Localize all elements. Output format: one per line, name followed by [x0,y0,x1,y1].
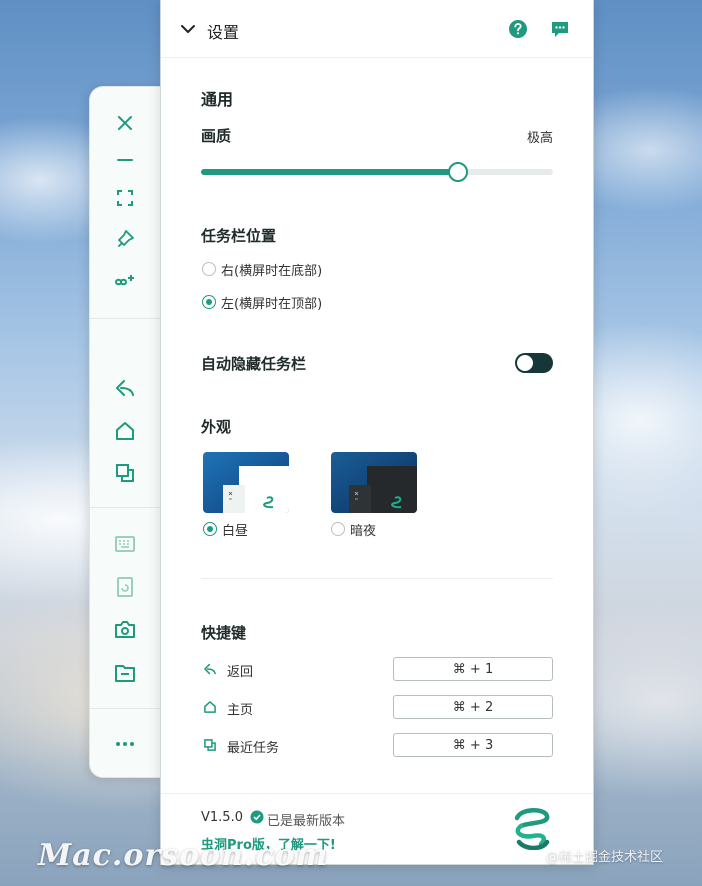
add-connection-button[interactable] [110,267,140,297]
keyboard-button[interactable] [110,529,140,559]
pin-icon [118,230,134,247]
taskbar-right-radio[interactable] [202,262,216,276]
autohide-taskbar-label: 自动隐藏任务栏 [201,355,307,373]
pin-button[interactable] [110,224,140,254]
check-circle-icon [250,810,264,824]
taskbar-position-label: 任务栏位置 [201,227,277,245]
minimize-button[interactable] [110,145,140,175]
panel-header: 设置 [161,0,593,58]
watermark-right: @稀土掘金技术社区 [546,850,664,865]
chat-bubble-icon[interactable] [549,18,571,40]
home-icon [116,422,134,440]
taskbar-right-label[interactable]: 右(横屏时在底部) [221,260,322,279]
minus-icon [117,159,133,161]
quality-slider-thumb[interactable] [448,162,468,182]
shortcuts-title: 快捷键 [201,624,247,642]
sidebar-toolbar [89,86,163,778]
keyboard-icon [115,536,135,552]
fullscreen-button[interactable] [110,183,140,213]
shortcut-recent-keys[interactable]: ⌘ + 3 [393,733,553,757]
screenshot-button[interactable] [110,615,140,645]
files-button[interactable] [110,658,140,688]
quality-value: 极高 [527,131,554,146]
rotate-screen-icon [117,577,133,597]
recent-tasks-icon [204,739,216,751]
shortcut-recent-label: 最近任务 [227,741,280,756]
dark-theme-thumbnail[interactable] [331,452,417,513]
home-icon [204,701,216,713]
sidebar-divider [90,318,163,319]
close-button[interactable] [110,108,140,138]
quality-label: 画质 [201,127,232,145]
dark-theme-radio[interactable] [331,522,345,536]
home-button[interactable] [110,416,140,446]
infinity-add-icon [114,275,134,286]
close-icon [118,116,132,130]
watermark-left: Mac.orsoon.com [38,838,329,873]
fullscreen-icon [117,190,133,206]
light-theme-label[interactable]: 白昼 [222,520,248,539]
rotate-button[interactable] [110,572,140,602]
back-arrow-icon [204,663,216,675]
section-divider [201,578,553,579]
general-section-title: 通用 [201,90,234,109]
chevron-down-icon[interactable] [179,20,197,38]
settings-panel: 设置 通用 画质 极高 任务栏位置 右(横屏时在底部) 左(横屏时在顶部) 自动… [160,0,594,865]
recent-tasks-button[interactable] [110,458,140,488]
shortcut-back-keys[interactable]: ⌘ + 1 [393,657,553,681]
taskbar-left-radio[interactable] [202,295,216,309]
light-theme-radio[interactable] [203,522,217,536]
more-button[interactable] [110,729,140,759]
quality-slider-fill [201,169,458,175]
toggle-knob [517,355,533,371]
shortcut-home-label: 主页 [227,703,254,718]
camera-icon [115,621,135,638]
sidebar-divider [90,507,163,508]
shortcut-back-label: 返回 [227,665,254,680]
dark-theme-label[interactable]: 暗夜 [350,520,376,539]
wormhole-logo-icon [514,808,550,850]
folder-icon [115,665,135,682]
version-text: V1.5.0 [201,810,243,825]
back-arrow-icon [116,380,134,396]
update-status: 已是最新版本 [267,814,346,829]
autohide-toggle[interactable] [515,353,553,373]
page-title: 设置 [207,23,240,42]
light-theme-thumbnail[interactable] [203,452,289,513]
more-dots-icon [116,742,134,746]
recent-tasks-icon [116,464,134,482]
taskbar-left-label[interactable]: 左(横屏时在顶部) [221,293,322,312]
appearance-label: 外观 [201,418,232,436]
shortcut-home-keys[interactable]: ⌘ + 2 [393,695,553,719]
sidebar-divider [90,708,163,709]
help-circle-icon[interactable] [507,18,529,40]
back-button[interactable] [110,373,140,403]
